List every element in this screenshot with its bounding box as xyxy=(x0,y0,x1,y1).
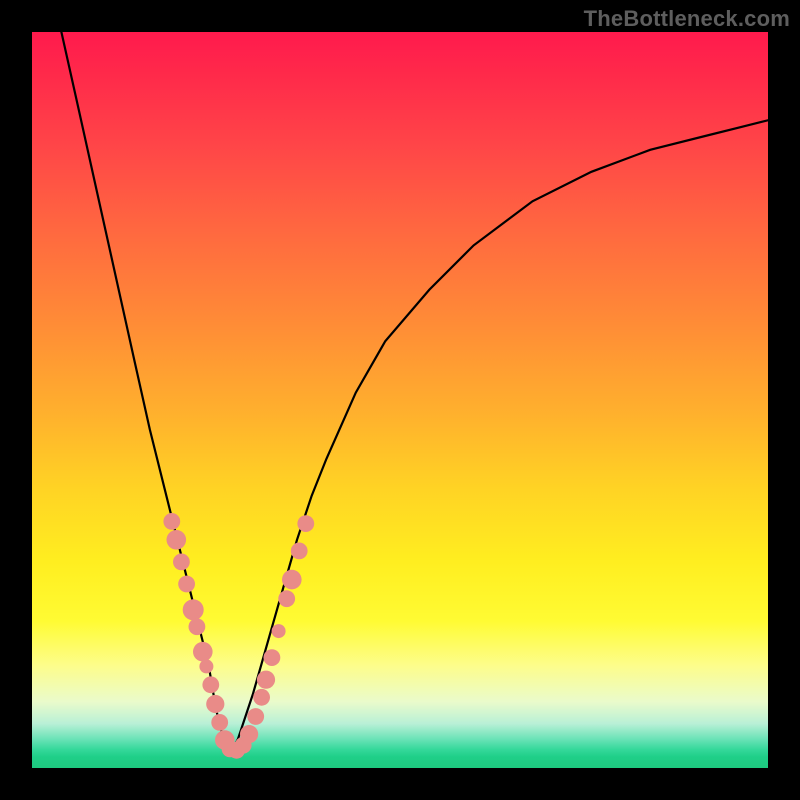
curves-layer xyxy=(32,32,768,768)
highlight-dot xyxy=(282,570,302,590)
highlight-dot xyxy=(178,576,195,593)
highlight-dot xyxy=(264,649,281,666)
chart-frame: TheBottleneck.com xyxy=(0,0,800,800)
highlight-dots xyxy=(163,513,314,759)
highlight-dot xyxy=(211,714,228,731)
highlight-dot xyxy=(183,599,204,620)
highlight-dot xyxy=(202,676,219,693)
highlight-dot xyxy=(257,671,275,689)
highlight-dot xyxy=(167,530,187,550)
highlight-dot xyxy=(193,642,213,662)
highlight-dot xyxy=(199,659,213,673)
right-curve xyxy=(231,120,768,753)
plot-area xyxy=(32,32,768,768)
highlight-dot xyxy=(189,618,206,635)
highlight-dot xyxy=(291,543,308,560)
highlight-dot xyxy=(278,590,295,607)
highlight-dot xyxy=(247,708,264,725)
highlight-dot xyxy=(240,725,258,743)
highlight-dot xyxy=(272,624,286,638)
highlight-dot xyxy=(163,513,180,530)
highlight-dot xyxy=(173,554,190,571)
highlight-dot xyxy=(297,515,314,532)
highlight-dot xyxy=(206,695,224,713)
highlight-dot xyxy=(253,689,270,706)
watermark-text: TheBottleneck.com xyxy=(584,6,790,32)
